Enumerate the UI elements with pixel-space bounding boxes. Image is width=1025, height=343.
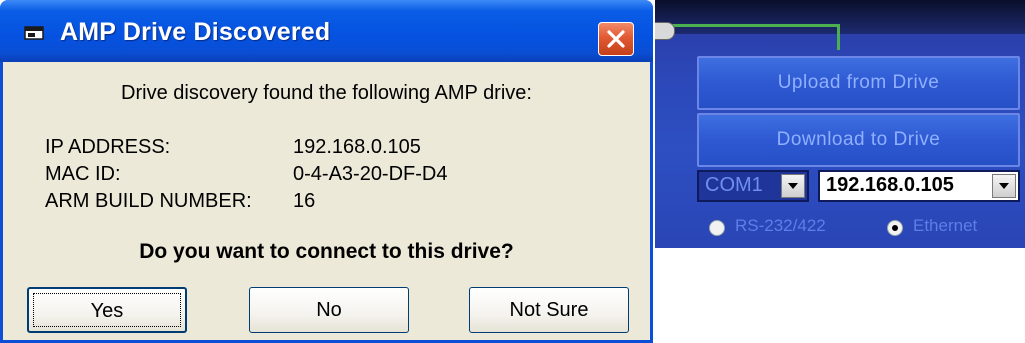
- ip-address-value: 192.168.0.105: [293, 136, 421, 158]
- ip-address-dropdown-button[interactable]: [992, 174, 1016, 198]
- focus-rectangle: [33, 293, 181, 327]
- rs232-radio[interactable]: [709, 220, 725, 236]
- app-window-icon: [24, 26, 44, 40]
- mac-id-value: 0-4-A3-20-DF-D4: [293, 163, 448, 185]
- radio-selected-dot: [892, 225, 898, 231]
- connector-line: [655, 24, 840, 27]
- ethernet-radio-label: Ethernet: [913, 216, 978, 235]
- download-to-drive-button[interactable]: Download to Drive: [697, 113, 1020, 167]
- rs232-radio-label: RS-232/422: [735, 216, 826, 235]
- upload-from-drive-button[interactable]: Upload from Drive: [697, 56, 1020, 110]
- connector-line-vertical: [837, 24, 840, 50]
- yes-button[interactable]: Yes: [27, 287, 187, 333]
- no-button-label: No: [316, 299, 342, 321]
- connector-knob: [655, 22, 675, 40]
- com-port-dropdown-button[interactable]: [781, 174, 805, 198]
- arm-build-number-label: ARM BUILD NUMBER:: [45, 190, 252, 212]
- ethernet-radio[interactable]: [887, 220, 903, 236]
- close-icon: [607, 30, 625, 48]
- no-button[interactable]: No: [249, 287, 409, 333]
- ip-address-select-value: 192.168.0.105: [826, 174, 954, 196]
- panel-header-strip: [655, 0, 1025, 34]
- drive-connection-panel: Upload from Drive Download to Drive COM1…: [655, 0, 1025, 248]
- not-sure-button-label: Not Sure: [509, 299, 589, 321]
- dialog-titlebar[interactable]: AMP Drive Discovered: [0, 0, 653, 62]
- dialog-title: AMP Drive Discovered: [60, 18, 331, 46]
- dropdown-arrow-icon: [788, 183, 798, 189]
- not-sure-button[interactable]: Not Sure: [469, 287, 629, 333]
- arm-build-number-value: 16: [293, 190, 316, 212]
- connect-question: Do you want to connect to this drive?: [139, 240, 514, 263]
- dialog-intro-text: Drive discovery found the following AMP …: [121, 82, 532, 104]
- com-port-select[interactable]: COM1: [697, 170, 809, 202]
- com-port-value: COM1: [705, 174, 763, 196]
- ip-address-select[interactable]: 192.168.0.105: [818, 170, 1020, 202]
- mac-id-label: MAC ID:: [45, 163, 121, 185]
- ip-address-label: IP ADDRESS:: [45, 136, 171, 158]
- close-button[interactable]: [598, 22, 634, 56]
- amp-drive-dialog: AMP Drive Discovered Drive discovery fou…: [0, 0, 653, 343]
- dropdown-arrow-icon: [999, 183, 1009, 189]
